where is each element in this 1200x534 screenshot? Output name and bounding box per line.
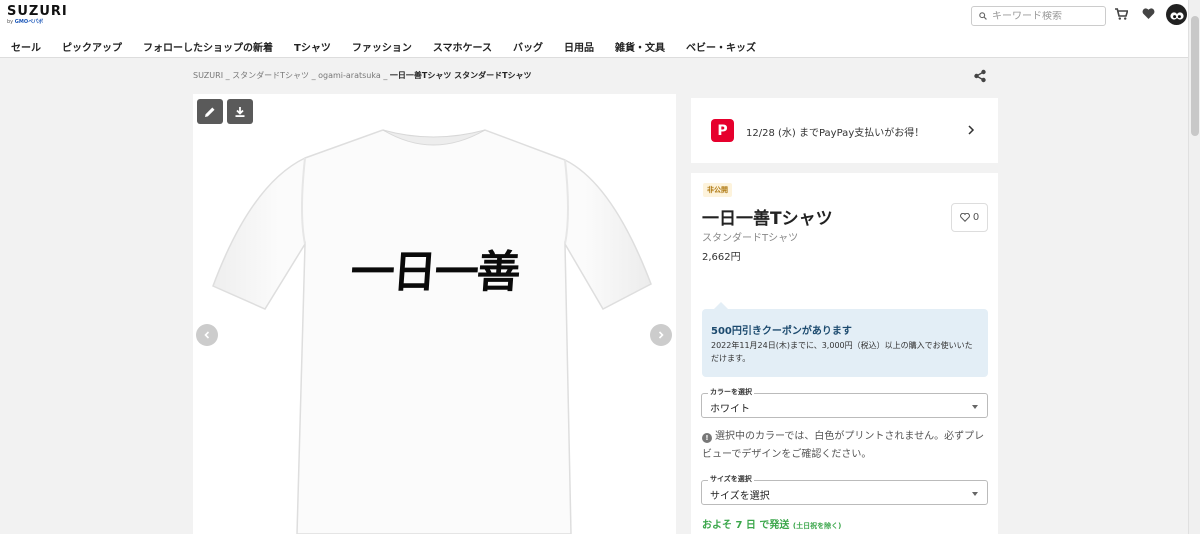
search-icon [979, 12, 987, 20]
edit-button[interactable] [197, 99, 223, 124]
nav-item-stationery[interactable]: 雑貨・文具 [615, 39, 665, 54]
site-header: SUZURI by GMOペパボ セール ピックアップ フォローしたショップの新… [0, 0, 1200, 58]
user-avatar[interactable] [1166, 4, 1187, 25]
share-icon[interactable] [973, 69, 987, 83]
size-select-label: サイズを選択 [708, 474, 754, 484]
category-nav: セール ピックアップ フォローしたショップの新着 Tシャツ ファッション スマホ… [11, 39, 777, 54]
tshirt-print-text: 一日一善 [348, 247, 521, 298]
logo-subtext: by GMOペパボ [7, 19, 44, 25]
nav-item-pickup[interactable]: ピックアップ [62, 39, 122, 54]
prev-image-button[interactable] [196, 324, 218, 346]
shipping-estimate: およそ 7 日 で発送 (土日祝を除く) [702, 516, 841, 531]
breadcrumb: SUZURI _ スタンダードTシャツ _ ogami-aratsuka _ 一… [193, 70, 532, 81]
nav-item-followed-shops[interactable]: フォローしたショップの新着 [143, 39, 273, 54]
breadcrumb-separator: _ [225, 71, 230, 80]
nav-item-phone-cases[interactable]: スマホケース [433, 39, 492, 54]
nav-item-bags[interactable]: バッグ [513, 39, 543, 54]
breadcrumb-link[interactable]: SUZURI [193, 71, 223, 80]
color-select[interactable]: カラーを選択 ホワイト [701, 387, 988, 418]
heart-outline-icon [959, 213, 970, 222]
nav-item-tshirts[interactable]: Tシャツ [294, 39, 331, 54]
product-image-panel: 一日一善 [193, 94, 676, 534]
breadcrumb-current: 一日一善Tシャツ スタンダードTシャツ [389, 71, 532, 80]
size-select-value: サイズを選択 [710, 491, 770, 502]
paypay-banner[interactable]: P 12/28 (水) までPayPay支払いがお得！ [691, 98, 998, 163]
product-price: 2,662円 [702, 252, 741, 263]
size-select[interactable]: サイズを選択 サイズを選択 [701, 474, 988, 505]
scrollbar[interactable] [1188, 0, 1200, 534]
product-detail-panel: 非公開 一日一善Tシャツ スタンダードTシャツ 2,662円 0 500円引きク… [691, 173, 998, 534]
like-count: 0 [972, 212, 980, 223]
suzuri-logo[interactable]: SUZURI by GMOペパボ [7, 5, 68, 26]
next-image-button[interactable] [650, 324, 672, 346]
caret-down-icon [972, 492, 978, 496]
paypay-icon: P [711, 119, 734, 142]
logo-text: SUZURI [7, 4, 68, 19]
chevron-right-icon [968, 125, 975, 135]
color-notice-text: 選択中のカラーでは、白色がプリントされません。必ずプレビューでデザインをご確認く… [702, 431, 985, 460]
chevron-right-icon [658, 331, 664, 339]
coupon-title: 500円引きクーポンがあります [711, 326, 852, 337]
download-icon [235, 106, 245, 117]
private-badge: 非公開 [703, 183, 732, 197]
nav-item-fashion[interactable]: ファッション [352, 39, 412, 54]
tshirt-image [212, 129, 652, 534]
info-icon: ! [702, 433, 712, 443]
cart-icon[interactable] [1115, 8, 1128, 20]
coupon-description: 2022年11月24日(木)までに、3,000円（税込）以上の購入でお使いいただ… [711, 341, 973, 363]
coupon-pointer [714, 302, 728, 309]
nav-item-sale[interactable]: セール [11, 39, 41, 54]
avatar-image [1170, 12, 1184, 20]
breadcrumb-link[interactable]: ogami-aratsuka [318, 71, 381, 80]
chevron-left-icon [204, 331, 210, 339]
scrollbar-thumb[interactable] [1191, 16, 1199, 136]
edit-icon [205, 107, 215, 117]
breadcrumb-separator: _ [383, 71, 388, 80]
breadcrumb-separator: _ [311, 71, 316, 80]
color-select-value: ホワイト [710, 404, 750, 415]
nav-item-baby-kids[interactable]: ベビー・キッズ [686, 39, 756, 54]
color-notice: ! 選択中のカラーでは、白色がプリントされません。必ずプレビューでデザインをご確認… [702, 428, 990, 464]
heart-icon[interactable] [1142, 8, 1155, 20]
product-title: 一日一善Tシャツ [702, 209, 833, 229]
nav-item-daily-goods[interactable]: 日用品 [564, 39, 594, 54]
shipping-note: (土日祝を除く) [792, 522, 842, 530]
caret-down-icon [972, 405, 978, 409]
coupon-box: 500円引きクーポンがあります 2022年11月24日(木)までに、3,000円… [702, 302, 988, 377]
download-button[interactable] [227, 99, 253, 124]
search-input[interactable] [992, 10, 1092, 22]
paypay-text: 12/28 (水) までPayPay支払いがお得！ [746, 128, 925, 139]
like-button[interactable]: 0 [951, 203, 988, 232]
color-select-label: カラーを選択 [708, 387, 754, 397]
search-box[interactable] [971, 6, 1106, 26]
breadcrumb-link[interactable]: スタンダードTシャツ [232, 71, 309, 80]
product-type: スタンダードTシャツ [702, 233, 799, 244]
shipping-text: およそ 7 日 で発送 [702, 520, 790, 531]
